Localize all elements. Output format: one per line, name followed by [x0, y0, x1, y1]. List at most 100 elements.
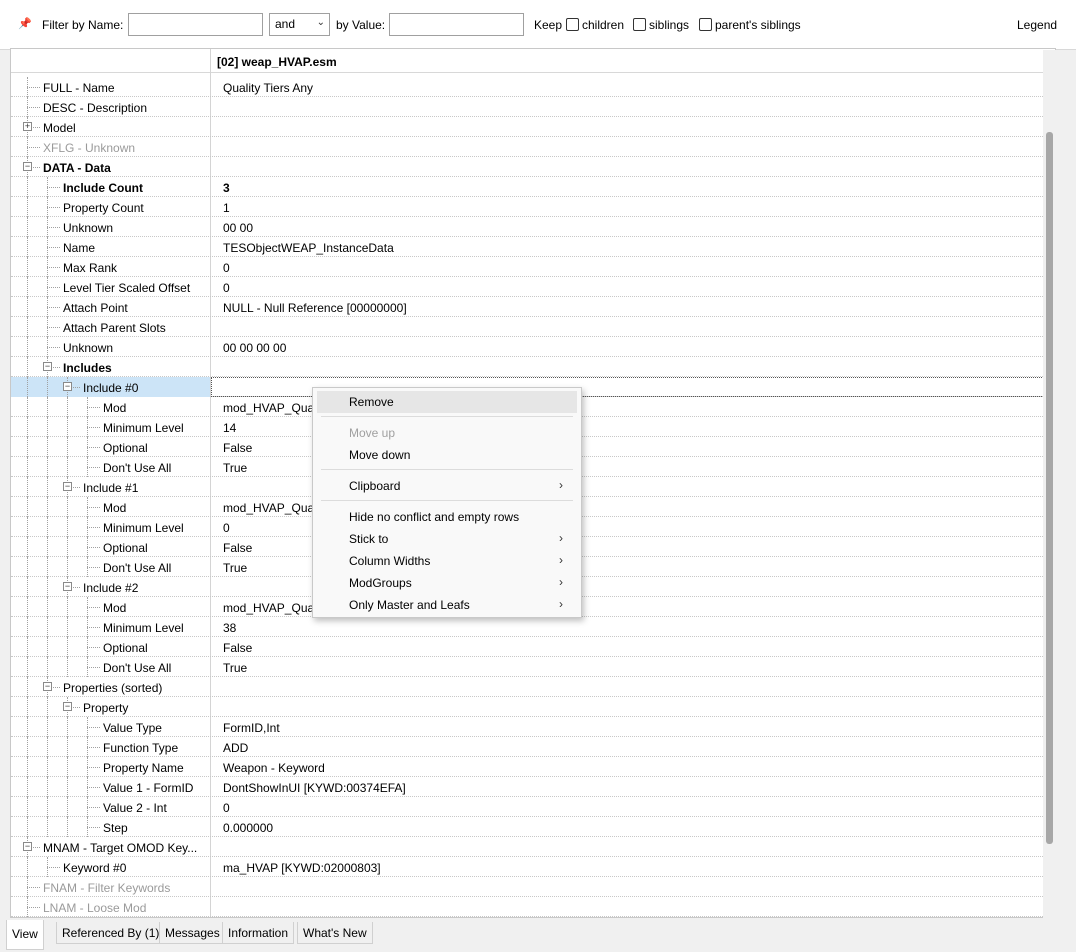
- menu-item-modgroups[interactable]: ModGroups ›: [317, 572, 577, 594]
- menu-item-column-widths[interactable]: Column Widths ›: [317, 550, 577, 572]
- tree-row[interactable]: Value 1 - FormID DontShowInUI [KYWD:00374…: [11, 777, 1055, 797]
- menu-item-only-master-and-leafs[interactable]: Only Master and Leafs ›: [317, 594, 577, 616]
- row-value[interactable]: ADD: [223, 741, 248, 755]
- tree-row[interactable]: Unknown 00 00 00 00: [11, 337, 1055, 357]
- row-value[interactable]: mod_HVAP_Qual: [223, 601, 317, 615]
- tree-row[interactable]: + Model: [11, 117, 1055, 137]
- tree-row[interactable]: Function Type ADD: [11, 737, 1055, 757]
- tree-row[interactable]: LNAM - Loose Mod: [11, 897, 1055, 917]
- row-value[interactable]: 00 00: [223, 221, 253, 235]
- tab-messages[interactable]: Messages: [159, 922, 226, 944]
- tree-row[interactable]: Keyword #0 ma_HVAP [KYWD:02000803]: [11, 857, 1055, 877]
- tree-row[interactable]: Value 2 - Int 0: [11, 797, 1055, 817]
- row-name: Optional: [103, 641, 148, 655]
- tree-row[interactable]: Minimum Level 38: [11, 617, 1055, 637]
- tab-referenced-by-1[interactable]: Referenced By (1): [56, 922, 166, 944]
- row-value[interactable]: True: [223, 461, 247, 475]
- tree-row[interactable]: Attach Parent Slots: [11, 317, 1055, 337]
- row-value[interactable]: 1: [223, 201, 230, 215]
- row-value[interactable]: 0: [223, 281, 230, 295]
- row-value[interactable]: NULL - Null Reference [00000000]: [223, 301, 407, 315]
- menu-item-clipboard[interactable]: Clipboard ›: [317, 475, 577, 497]
- tree-row[interactable]: Value Type FormID,Int: [11, 717, 1055, 737]
- row-value[interactable]: True: [223, 661, 247, 675]
- grid-header-title[interactable]: [02] weap_HVAP.esm: [217, 55, 337, 69]
- vertical-scrollbar[interactable]: [1043, 50, 1056, 918]
- scrollbar-thumb[interactable]: [1046, 132, 1053, 844]
- tree-row[interactable]: − DATA - Data: [11, 157, 1055, 177]
- row-value[interactable]: 0: [223, 801, 230, 815]
- row-value[interactable]: FormID,Int: [223, 721, 280, 735]
- pin-icon[interactable]: 📌: [18, 17, 32, 31]
- keep-siblings-checkbox[interactable]: [633, 18, 646, 31]
- row-value[interactable]: TESObjectWEAP_InstanceData: [223, 241, 394, 255]
- expand-icon[interactable]: +: [23, 122, 32, 131]
- row-value[interactable]: 3: [223, 181, 230, 195]
- filter-operator-select[interactable]: and ⌄: [269, 13, 330, 36]
- menu-item-stick-to[interactable]: Stick to ›: [317, 528, 577, 550]
- tree-row[interactable]: FULL - Name Quality Tiers Any: [11, 77, 1055, 97]
- row-value[interactable]: Quality Tiers Any: [223, 81, 313, 95]
- tree-row[interactable]: Name TESObjectWEAP_InstanceData: [11, 237, 1055, 257]
- tree-row[interactable]: Optional False: [11, 637, 1055, 657]
- tree-row[interactable]: DESC - Description: [11, 97, 1055, 117]
- tree-row[interactable]: − Property: [11, 697, 1055, 717]
- row-value[interactable]: False: [223, 441, 252, 455]
- collapse-icon[interactable]: −: [43, 362, 52, 371]
- filter-name-input[interactable]: [128, 13, 263, 36]
- row-value[interactable]: 0.000000: [223, 821, 273, 835]
- collapse-icon[interactable]: −: [63, 382, 72, 391]
- row-value[interactable]: False: [223, 641, 252, 655]
- tree-row[interactable]: Step 0.000000: [11, 817, 1055, 837]
- tab-information[interactable]: Information: [222, 922, 295, 944]
- tree-row[interactable]: XFLG - Unknown: [11, 137, 1055, 157]
- collapse-icon[interactable]: −: [23, 162, 32, 171]
- tab-what-s-new[interactable]: What's New: [297, 922, 373, 944]
- row-value[interactable]: 0: [223, 521, 230, 535]
- row-name: Mod: [103, 401, 127, 415]
- row-value[interactable]: False: [223, 541, 252, 555]
- tree-connector-line: [67, 597, 68, 617]
- tree-row[interactable]: − MNAM - Target OMOD Key...: [11, 837, 1055, 857]
- keep-parents-siblings-checkbox[interactable]: [699, 18, 712, 31]
- legend-button[interactable]: Legend: [1017, 18, 1057, 32]
- row-value[interactable]: mod_HVAP_Qual: [223, 501, 317, 515]
- tree-row[interactable]: − Properties (sorted): [11, 677, 1055, 697]
- menu-item-move-up: Move up: [317, 422, 577, 444]
- collapse-icon[interactable]: −: [63, 582, 72, 591]
- filter-value-input[interactable]: [389, 13, 524, 36]
- row-value[interactable]: 14: [223, 421, 236, 435]
- collapse-icon[interactable]: −: [23, 842, 32, 851]
- tree-connector-line: [27, 907, 40, 908]
- row-value[interactable]: DontShowInUI [KYWD:00374EFA]: [223, 781, 406, 795]
- row-value[interactable]: mod_HVAP_Qual: [223, 401, 317, 415]
- row-value[interactable]: ma_HVAP [KYWD:02000803]: [223, 861, 381, 875]
- collapse-icon[interactable]: −: [43, 682, 52, 691]
- tab-view[interactable]: View: [6, 920, 44, 950]
- tree-row[interactable]: FNAM - Filter Keywords: [11, 877, 1055, 897]
- tree-connector-line: [47, 517, 48, 537]
- tree-row[interactable]: Property Name Weapon - Keyword: [11, 757, 1055, 777]
- tree-row[interactable]: Attach Point NULL - Null Reference [00000…: [11, 297, 1055, 317]
- menu-item-remove[interactable]: Remove: [317, 391, 577, 413]
- collapse-icon[interactable]: −: [63, 702, 72, 711]
- row-value[interactable]: 38: [223, 621, 236, 635]
- tree-row[interactable]: Include Count 3: [11, 177, 1055, 197]
- row-value[interactable]: Weapon - Keyword: [223, 761, 325, 775]
- collapse-icon[interactable]: −: [63, 482, 72, 491]
- row-value[interactable]: 00 00 00 00: [223, 341, 286, 355]
- tree-row[interactable]: Property Count 1: [11, 197, 1055, 217]
- keep-children-checkbox[interactable]: [566, 18, 579, 31]
- tree-row[interactable]: Level Tier Scaled Offset 0: [11, 277, 1055, 297]
- tree-row[interactable]: Unknown 00 00: [11, 217, 1055, 237]
- row-value[interactable]: 0: [223, 261, 230, 275]
- children-label: children: [582, 18, 625, 32]
- menu-item-label: Column Widths: [349, 554, 431, 568]
- menu-item-hide-no-conflict-and-empty-rows[interactable]: Hide no conflict and empty rows: [317, 506, 577, 528]
- row-value[interactable]: True: [223, 561, 247, 575]
- tree-row[interactable]: − Includes: [11, 357, 1055, 377]
- tree-connector-line: [47, 227, 60, 228]
- menu-item-move-down[interactable]: Move down: [317, 444, 577, 466]
- tree-row[interactable]: Don't Use All True: [11, 657, 1055, 677]
- tree-row[interactable]: Max Rank 0: [11, 257, 1055, 277]
